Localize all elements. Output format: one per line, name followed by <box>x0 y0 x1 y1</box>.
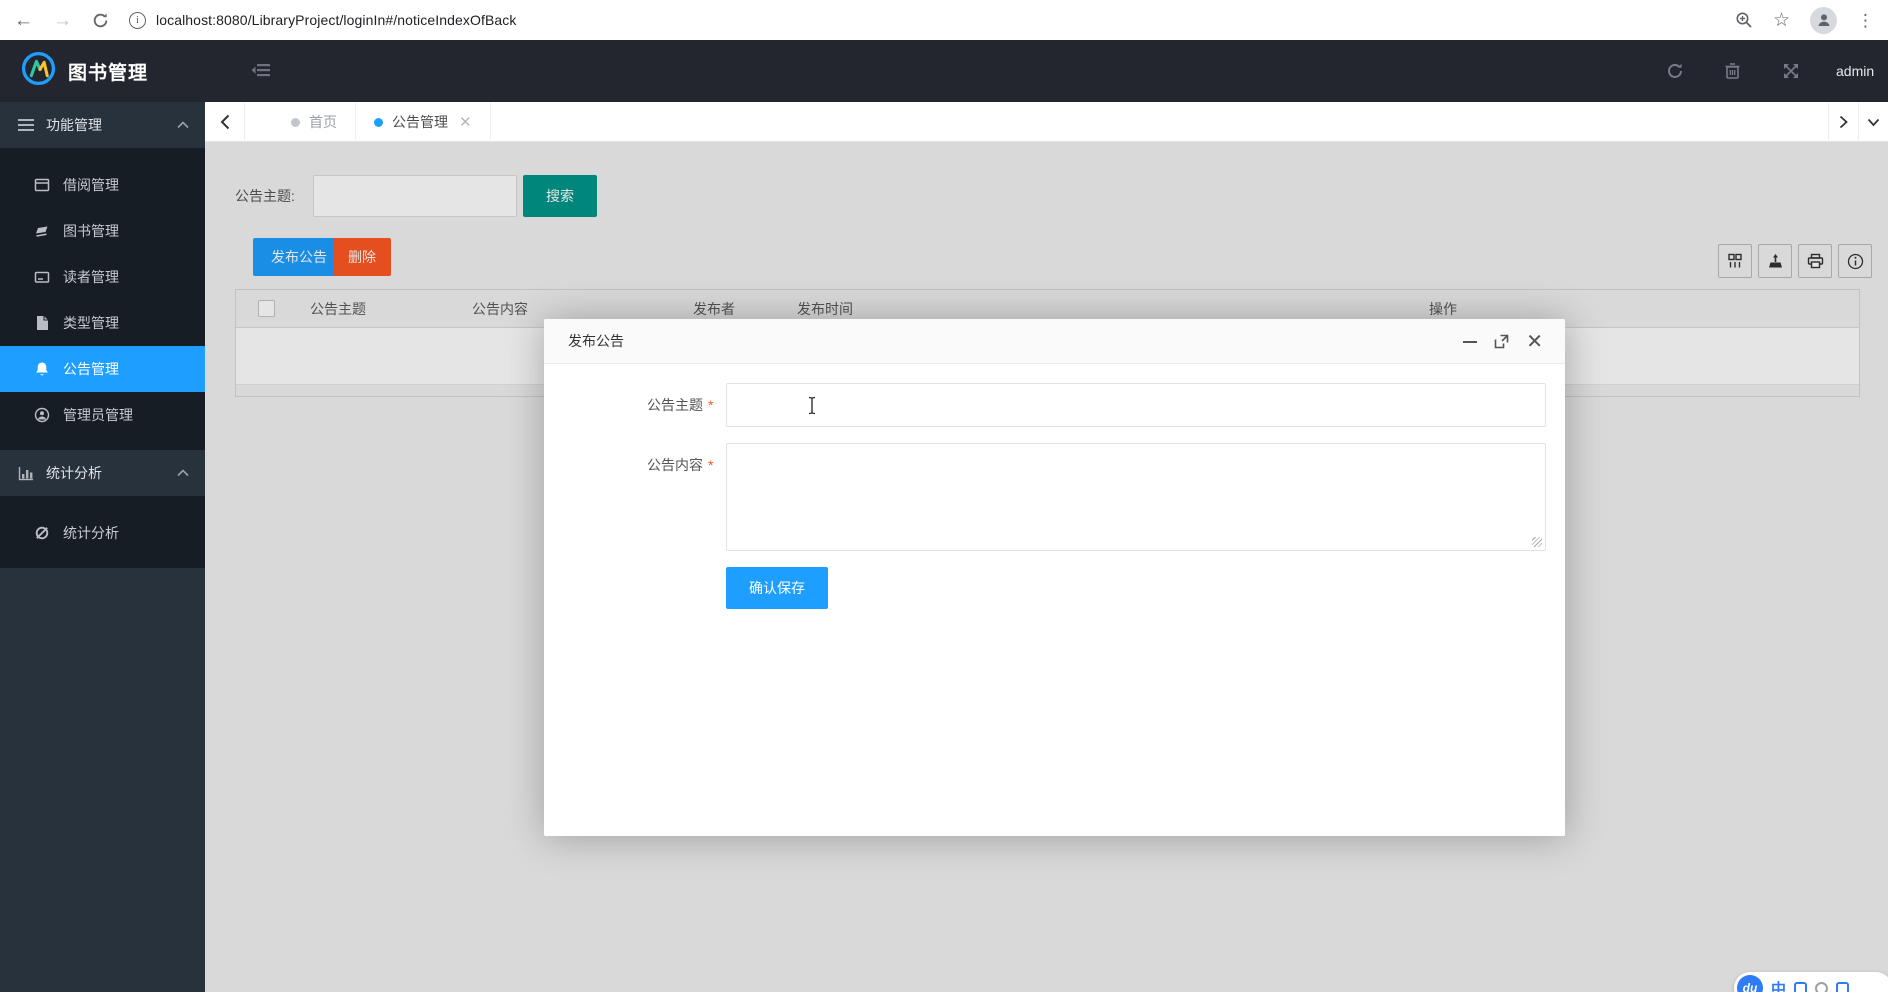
browser-back-icon[interactable]: ← <box>14 11 33 30</box>
app-title: 图书管理 <box>68 62 149 84</box>
notice-page: 公告主题: 搜索 发布公告 删除 公告主题 公告内容 发布者 发布时间 操作 发… <box>205 142 1888 992</box>
sidebar-item-label: 管理员管理 <box>63 407 133 423</box>
browser-forward-icon[interactable]: → <box>53 11 72 30</box>
required-asterisk: * <box>708 457 714 473</box>
sidebar-item-label: 公告管理 <box>63 361 119 377</box>
menu-icon <box>18 118 34 132</box>
modal-title: 发布公告 <box>568 333 624 349</box>
app-brand: 图书管理 <box>0 40 205 102</box>
sidebar-submenu-function: 借阅管理 图书管理 读者管理 类型管理 公告管理 管理员管理 <box>0 148 205 450</box>
sidebar-item-readers[interactable]: 读者管理 <box>0 254 205 300</box>
screen: ← → i localhost:8080/LibraryProject/logi… <box>0 0 1888 992</box>
maximize-icon[interactable] <box>1494 334 1509 349</box>
sidebar-item-borrow[interactable]: 借阅管理 <box>0 162 205 208</box>
tab-list: 首页 公告管理 ✕ <box>273 102 491 142</box>
ime-search-icon[interactable] <box>1815 981 1829 992</box>
bookmark-star-icon[interactable]: ☆ <box>1773 11 1790 30</box>
sidebar-section-function[interactable]: 功能管理 <box>0 102 205 148</box>
confirm-save-button[interactable]: 确认保存 <box>726 567 828 609</box>
book-icon <box>33 223 50 239</box>
tabs-scroll-right-icon[interactable] <box>1828 102 1858 142</box>
sidebar-submenu-stats: 统计分析 <box>0 496 205 568</box>
ime-mode-chinese[interactable]: 中 <box>1771 978 1786 992</box>
content-field-label: 公告内容 * <box>647 457 714 473</box>
browser-menu-icon[interactable]: ⋮ <box>1857 12 1874 29</box>
tab-close-icon[interactable]: ✕ <box>459 115 472 130</box>
tabs-scroll-left-icon[interactable] <box>205 102 245 142</box>
tab-label: 公告管理 <box>392 114 448 130</box>
subject-field-label: 公告主题 * <box>647 397 714 413</box>
zoom-icon[interactable] <box>1735 11 1753 29</box>
tab-label: 首页 <box>309 114 337 130</box>
sidebar-section-label: 统计分析 <box>46 465 102 481</box>
chevron-up-icon <box>177 121 189 129</box>
sidebar-item-statistics[interactable]: 统计分析 <box>0 510 205 556</box>
bar-chart-icon <box>18 466 34 481</box>
address-bar[interactable]: localhost:8080/LibraryProject/loginIn#/n… <box>156 12 516 28</box>
tab-dot-icon <box>374 117 383 127</box>
text-cursor-icon <box>807 396 817 420</box>
card-icon <box>33 269 50 285</box>
close-icon[interactable]: ✕ <box>1526 332 1543 352</box>
sidebar-item-admins[interactable]: 管理员管理 <box>0 392 205 438</box>
required-asterisk: * <box>708 397 714 413</box>
browser-reload-icon[interactable] <box>92 12 109 29</box>
textarea-resize-handle[interactable] <box>1532 537 1542 547</box>
sidebar-item-books[interactable]: 图书管理 <box>0 208 205 254</box>
sidebar-item-label: 读者管理 <box>63 269 119 285</box>
tabbar: 首页 公告管理 ✕ <box>205 102 1888 142</box>
browser-chrome: ← → i localhost:8080/LibraryProject/logi… <box>0 0 1888 40</box>
sidebar-item-label: 统计分析 <box>63 525 119 541</box>
tab-notice-management[interactable]: 公告管理 ✕ <box>356 102 491 142</box>
sidebar: 功能管理 借阅管理 图书管理 读者管理 类型管理 公告管理 管理员管理 统计分析… <box>0 102 205 992</box>
sidebar-collapse-icon[interactable] <box>250 60 272 85</box>
notice-content-textarea[interactable] <box>726 443 1546 551</box>
clear-cache-trash-icon[interactable] <box>1724 62 1741 85</box>
ime-keyboard-icon[interactable] <box>1836 981 1850 992</box>
user-circle-icon <box>33 407 50 423</box>
sidebar-item-label: 类型管理 <box>63 315 119 331</box>
circle-slash-icon <box>33 525 50 541</box>
refresh-icon[interactable] <box>1666 62 1684 85</box>
browser-profile-avatar[interactable] <box>1810 6 1837 34</box>
current-user-menu[interactable]: admin <box>1836 40 1874 102</box>
sidebar-item-label: 借阅管理 <box>63 177 119 193</box>
ime-logo-icon[interactable]: du <box>1737 975 1763 992</box>
app-header: 图书管理 admin <box>0 40 1888 102</box>
file-icon <box>33 315 50 331</box>
site-info-icon[interactable]: i <box>129 11 146 29</box>
ime-tool-icon[interactable] <box>1794 981 1808 992</box>
fullscreen-icon[interactable] <box>1782 62 1800 85</box>
publish-notice-modal: 发布公告 ✕ 公告主题 * 公告内容 * 确认保存 <box>544 319 1565 836</box>
window-icon <box>33 177 50 193</box>
sidebar-item-notices[interactable]: 公告管理 <box>0 346 205 392</box>
sidebar-section-stats[interactable]: 统计分析 <box>0 450 205 496</box>
sidebar-section-label: 功能管理 <box>46 117 102 133</box>
ime-toolbar[interactable]: du 中 <box>1734 972 1888 992</box>
minimize-icon[interactable] <box>1463 340 1478 343</box>
tab-dot-icon <box>291 117 300 127</box>
bell-icon <box>33 361 50 377</box>
sidebar-item-label: 图书管理 <box>63 223 119 239</box>
sidebar-item-types[interactable]: 类型管理 <box>0 300 205 346</box>
chevron-up-icon <box>177 469 189 477</box>
app-logo-icon <box>20 50 57 92</box>
modal-header[interactable]: 发布公告 ✕ <box>544 319 1565 364</box>
tab-home[interactable]: 首页 <box>273 102 356 142</box>
tabs-menu-caret-icon[interactable] <box>1858 102 1888 142</box>
notice-subject-input[interactable] <box>726 383 1546 427</box>
